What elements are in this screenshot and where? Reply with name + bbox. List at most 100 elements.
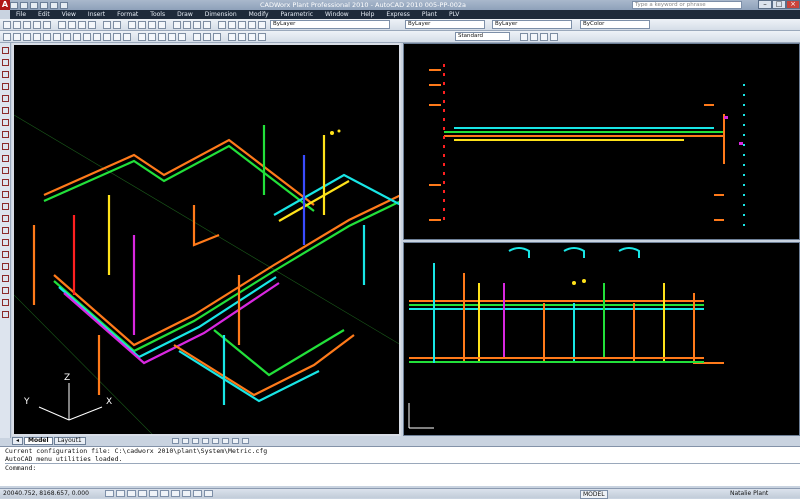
region-icon[interactable] <box>113 33 121 41</box>
redo-icon[interactable] <box>50 1 58 9</box>
tool-palettes-icon[interactable] <box>193 21 201 29</box>
menu-format[interactable]: Format <box>111 10 144 19</box>
light-bulb-icon[interactable] <box>238 21 246 29</box>
union-tool-icon[interactable] <box>2 155 9 162</box>
menu-draw[interactable]: Draw <box>171 10 199 19</box>
properties-icon[interactable] <box>173 21 181 29</box>
layer-dropdown[interactable]: ByLayer <box>270 20 390 29</box>
menu-parametric[interactable]: Parametric <box>275 10 320 19</box>
valve-gate-tool-icon[interactable] <box>2 167 9 174</box>
menu-express[interactable]: Express <box>380 10 415 19</box>
rectangle-icon[interactable] <box>43 33 51 41</box>
line-icon[interactable] <box>3 33 11 41</box>
plot-preview-icon[interactable] <box>43 21 51 29</box>
gasket-tool-icon[interactable] <box>2 71 9 78</box>
plot-style-dropdown[interactable]: ByColor <box>580 20 650 29</box>
cut-icon[interactable] <box>58 21 66 29</box>
nav-render-icon[interactable] <box>202 438 209 444</box>
construction-line-icon[interactable] <box>13 33 21 41</box>
save-icon[interactable] <box>30 1 38 9</box>
viewport-plan[interactable] <box>403 242 800 436</box>
menu-view[interactable]: View <box>56 10 82 19</box>
ortho-toggle-icon[interactable] <box>127 490 136 497</box>
minimize-button[interactable]: – <box>758 0 772 9</box>
view-iso-icon[interactable] <box>248 33 256 41</box>
spec-tool-icon[interactable] <box>2 263 9 270</box>
menu-insert[interactable]: Insert <box>82 10 111 19</box>
nav-pan-icon[interactable] <box>172 438 179 444</box>
open-file-icon[interactable] <box>13 21 21 29</box>
isogen-tool-icon[interactable] <box>2 299 9 306</box>
nav-orbit-icon[interactable] <box>192 438 199 444</box>
qp-toggle-icon[interactable] <box>204 490 213 497</box>
nav-zoom-icon[interactable] <box>182 438 189 444</box>
support-tool-icon[interactable] <box>2 227 9 234</box>
otrack-toggle-icon[interactable] <box>160 490 169 497</box>
circle-icon[interactable] <box>63 33 71 41</box>
elbow-tool-icon[interactable] <box>2 95 9 102</box>
copy-icon[interactable] <box>68 21 76 29</box>
ucs-previous-icon[interactable] <box>213 33 221 41</box>
menu-tools[interactable]: Tools <box>144 10 171 19</box>
menu-plant[interactable]: Plant <box>416 10 443 19</box>
arc-icon[interactable] <box>53 33 61 41</box>
zoom-window-icon[interactable] <box>148 21 156 29</box>
command-input[interactable]: Command: <box>5 463 800 472</box>
zoom-previous-icon[interactable] <box>158 21 166 29</box>
redo-tb-icon[interactable] <box>113 21 121 29</box>
save-file-icon[interactable] <box>23 21 31 29</box>
osnap-toggle-icon[interactable] <box>149 490 158 497</box>
menu-modify[interactable]: Modify <box>243 10 275 19</box>
search-input[interactable]: Type a keyword or phrase <box>632 1 742 9</box>
mtext-icon[interactable] <box>123 33 131 41</box>
reducer-tool-icon[interactable] <box>2 83 9 90</box>
autocad-app-icon[interactable]: A <box>0 0 10 10</box>
pipe-tool-icon[interactable] <box>2 47 9 54</box>
strainer-tool-icon[interactable] <box>2 215 9 222</box>
insert-block-icon[interactable] <box>93 33 101 41</box>
spline-icon[interactable] <box>73 33 81 41</box>
viewport-elevation[interactable] <box>403 43 800 240</box>
olet-tool-icon[interactable] <box>2 131 9 138</box>
tab-layout1[interactable]: Layout1 <box>53 436 86 445</box>
viewport-3d-isometric[interactable]: Z Y X <box>12 43 401 436</box>
lock-icon[interactable] <box>258 21 266 29</box>
calculator-icon[interactable] <box>203 21 211 29</box>
maximize-button[interactable]: □ <box>772 0 786 9</box>
design-center-icon[interactable] <box>183 21 191 29</box>
valve-icon[interactable] <box>550 33 558 41</box>
dim-linear-icon[interactable] <box>138 33 146 41</box>
menu-help[interactable]: Help <box>355 10 381 19</box>
nav-light-icon[interactable] <box>212 438 219 444</box>
new-icon[interactable] <box>10 1 18 9</box>
tee-icon[interactable] <box>540 33 548 41</box>
view-front-icon[interactable] <box>238 33 246 41</box>
valve-check-tool-icon[interactable] <box>2 191 9 198</box>
nozzle-tool-icon[interactable] <box>2 239 9 246</box>
match-properties-icon[interactable] <box>88 21 96 29</box>
ucs-icon[interactable] <box>193 33 201 41</box>
cap-tool-icon[interactable] <box>2 119 9 126</box>
zoom-realtime-icon[interactable] <box>138 21 146 29</box>
nav-visual-style-icon[interactable] <box>232 438 239 444</box>
centerline-tool-icon[interactable] <box>2 311 9 318</box>
coupling-tool-icon[interactable] <box>2 143 9 150</box>
nav-material-icon[interactable] <box>222 438 229 444</box>
lwt-toggle-icon[interactable] <box>193 490 202 497</box>
dim-arc-icon[interactable] <box>158 33 166 41</box>
valve-globe-tool-icon[interactable] <box>2 179 9 186</box>
pipe-icon[interactable] <box>520 33 528 41</box>
ucs-world-icon[interactable] <box>203 33 211 41</box>
polygon-icon[interactable] <box>33 33 41 41</box>
elbow-icon[interactable] <box>530 33 538 41</box>
layer-state-icon[interactable] <box>228 21 236 29</box>
menu-edit[interactable]: Edit <box>32 10 56 19</box>
print-icon[interactable] <box>60 1 68 9</box>
view-top-icon[interactable] <box>228 33 236 41</box>
freeze-icon[interactable] <box>248 21 256 29</box>
hatch-icon[interactable] <box>103 33 111 41</box>
grid-toggle-icon[interactable] <box>116 490 125 497</box>
menu-dimension[interactable]: Dimension <box>199 10 243 19</box>
plot-icon[interactable] <box>33 21 41 29</box>
tab-model[interactable]: Model <box>24 436 53 445</box>
